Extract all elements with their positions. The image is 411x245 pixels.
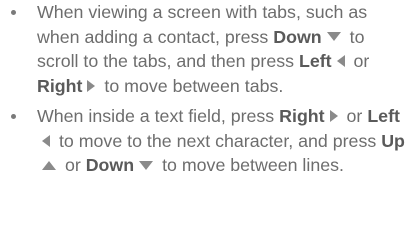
key-label-up: Up — [381, 130, 405, 151]
key-label-down: Down — [85, 155, 135, 175]
instruction-list: When viewing a screen with tabs, such as… — [0, 0, 411, 178]
left-arrow-icon — [42, 134, 50, 147]
bullet-text: or — [346, 106, 363, 126]
key-label-down: Down — [273, 26, 322, 47]
left-arrow-icon — [336, 55, 345, 68]
bullet-text: to move to the next character, and press — [58, 130, 377, 151]
up-arrow-icon — [42, 160, 56, 170]
down-arrow-icon — [139, 160, 154, 170]
key-label-right: Right — [279, 106, 325, 126]
list-item-text-field-navigation: When inside a text field, press Right or… — [0, 98, 411, 178]
bullet-icon — [11, 114, 16, 119]
right-arrow-icon — [329, 110, 338, 123]
bullet-text: to move between tabs. — [104, 75, 284, 96]
key-label-right: Right — [37, 75, 83, 96]
bullet-text: or — [353, 51, 370, 71]
bullet-icon — [11, 10, 16, 15]
bullet-text: When inside a text field, press — [37, 106, 275, 126]
down-arrow-icon — [326, 32, 341, 42]
key-label-left: Left — [298, 51, 332, 71]
key-label-left: Left — [367, 106, 400, 126]
bullet-text: to move between lines. — [162, 155, 344, 175]
right-arrow-icon — [87, 79, 96, 92]
list-item-tabs-navigation: When viewing a screen with tabs, such as… — [0, 0, 411, 98]
bullet-text: or — [64, 155, 81, 175]
